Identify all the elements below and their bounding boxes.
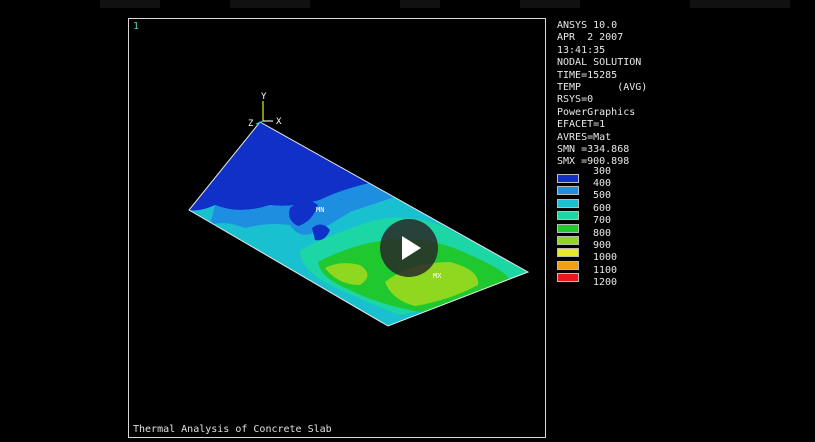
axis-z-label: Z	[248, 119, 254, 129]
info-line: EFACET=1	[557, 119, 606, 131]
color-legend: 300 400 500 600 700 800 900 1000 1100 1200	[557, 166, 637, 288]
legend-row: 900	[557, 234, 637, 251]
info-line: TEMP (AVG)	[557, 82, 648, 94]
info-line: NODAL SOLUTION	[557, 57, 642, 69]
legend-swatch	[557, 186, 579, 196]
info-line: AVRES=Mat	[557, 131, 612, 143]
legend-row: 1200	[557, 271, 637, 288]
info-line: 13:41:35	[557, 44, 606, 56]
legend-swatch	[557, 248, 579, 258]
legend-swatch	[557, 260, 579, 270]
info-line: ANSYS 10.0	[557, 20, 618, 31]
legend-swatch	[557, 174, 579, 183]
legend-label: 1200	[593, 277, 618, 289]
axis-x-label: X	[276, 117, 282, 127]
info-line: RSYS=0	[557, 94, 594, 106]
info-line: PowerGraphics	[557, 106, 636, 118]
legend-row: 800	[557, 222, 637, 239]
legend-swatch	[557, 235, 579, 245]
legend-swatch	[557, 211, 579, 221]
axis-triad: Y X Z	[248, 92, 282, 129]
axis-y-label: Y	[261, 92, 267, 102]
legend-row: 500	[557, 184, 637, 201]
info-line: TIME=15285	[557, 69, 618, 81]
solution-info: ANSYS 10.0 APR 2 2007 13:41:35 NODAL SOL…	[557, 20, 647, 169]
info-line: APR 2 2007	[557, 32, 624, 44]
legend-swatch	[557, 198, 579, 208]
play-button[interactable]	[380, 219, 438, 277]
legend-row: 1100	[557, 259, 637, 276]
play-icon	[402, 236, 421, 260]
max-marker: MX	[433, 272, 442, 280]
legend-swatch	[557, 223, 579, 233]
legend-row: 600	[557, 197, 637, 214]
min-marker: MN	[316, 206, 324, 214]
legend-row: 700	[557, 209, 637, 226]
legend-row: 400	[557, 172, 637, 189]
legend-row: 1000	[557, 246, 637, 263]
info-line: SMN =334.868	[557, 144, 630, 156]
legend-swatch	[557, 273, 579, 283]
